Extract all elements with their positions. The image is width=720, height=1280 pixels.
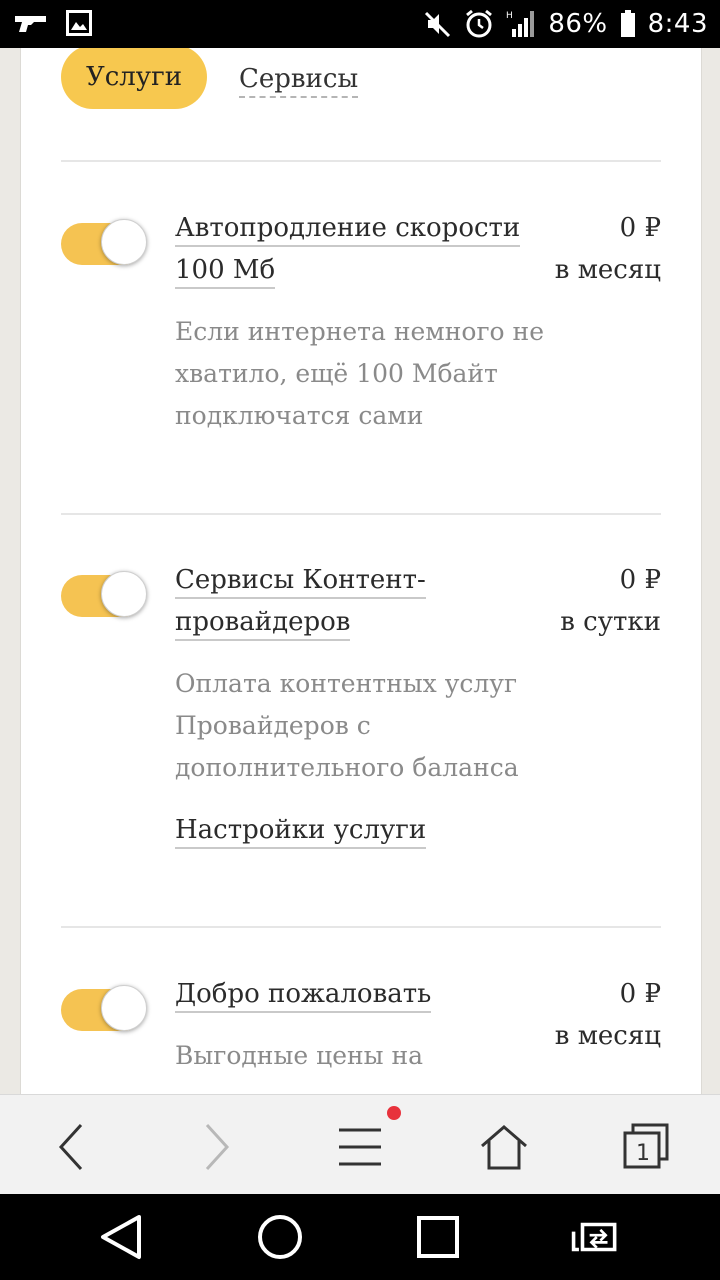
nav-recents-icon[interactable] xyxy=(413,1212,463,1262)
gun-icon xyxy=(14,12,48,34)
android-nav-bar xyxy=(0,1194,720,1280)
service-price: 0 ₽ в месяц xyxy=(554,979,661,1051)
service-settings-link[interactable]: Настройки услуги xyxy=(175,809,427,851)
battery-percent: 86% xyxy=(548,9,608,39)
divider xyxy=(61,513,661,515)
image-icon xyxy=(66,10,92,36)
nav-back-icon[interactable] xyxy=(96,1212,146,1262)
service-description: Выгодные цены на xyxy=(175,1041,424,1070)
service-price: 0 ₽ в месяц xyxy=(554,213,661,285)
service-price: 0 ₽ в сутки xyxy=(560,565,661,637)
svg-text:H: H xyxy=(506,11,513,21)
services-page: Услуги Сервисы Автопродление скорости 10… xyxy=(20,48,702,1094)
menu-icon[interactable] xyxy=(332,1119,388,1175)
divider xyxy=(61,926,661,928)
battery-icon xyxy=(620,10,636,38)
service-title-link[interactable]: Добро пожаловать xyxy=(175,973,535,1015)
browser-toolbar: 1 xyxy=(0,1094,720,1195)
service-description: Если интернета немного не хватило, ещё 1… xyxy=(175,317,545,430)
forward-icon[interactable] xyxy=(188,1119,244,1175)
service-description: Оплата контентных услуг Провайдеров с до… xyxy=(175,669,519,782)
mute-icon xyxy=(424,10,452,38)
service-title-link[interactable]: Автопродление скорости 100 Мб xyxy=(175,207,535,291)
back-icon[interactable] xyxy=(44,1119,100,1175)
alarm-icon xyxy=(464,9,494,39)
home-icon[interactable] xyxy=(476,1119,532,1175)
clock: 8:43 xyxy=(647,9,708,39)
service-title-link[interactable]: Сервисы Контент- провайдеров xyxy=(175,559,535,643)
nav-switch-icon[interactable] xyxy=(570,1212,620,1262)
svg-text:1: 1 xyxy=(636,1141,650,1166)
tab-uslugi[interactable]: Услуги xyxy=(61,48,207,109)
tabs-icon[interactable]: 1 xyxy=(618,1119,674,1175)
service-toggle[interactable] xyxy=(61,985,147,1031)
status-bar: H 86% 8:43 xyxy=(0,0,720,48)
tabs: Услуги Сервисы xyxy=(61,48,359,110)
tab-servisy[interactable]: Сервисы xyxy=(239,64,359,98)
signal-icon: H xyxy=(506,9,536,39)
service-toggle[interactable] xyxy=(61,571,147,617)
notification-dot xyxy=(387,1106,401,1120)
service-toggle[interactable] xyxy=(61,219,147,265)
nav-home-icon[interactable] xyxy=(255,1212,305,1262)
divider xyxy=(61,160,661,162)
